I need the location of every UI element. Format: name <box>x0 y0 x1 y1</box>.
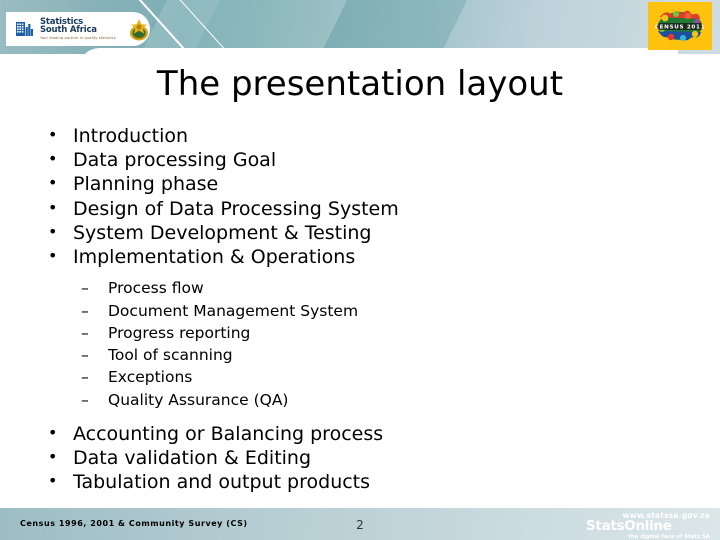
list-item: Design of Data Processing System <box>44 196 684 221</box>
list-item: Implementation & Operations <box>44 244 684 269</box>
census-2011-logo-icon: CENSUS 2011 <box>655 10 705 41</box>
outline-level1-top-list: Introduction Data processing Goal Planni… <box>44 123 684 269</box>
presentation-slide: Statistics South Africa Your leading par… <box>0 0 720 540</box>
coat-of-arms-icon <box>130 19 148 41</box>
outline-level1-bottom-list: Accounting or Balancing process Data val… <box>44 421 684 495</box>
statistics-building-icon <box>16 22 33 36</box>
banner-white-strip <box>0 54 720 64</box>
list-item: System Development & Testing <box>44 220 684 245</box>
outline-level2-list: Process flow Document Management System … <box>44 277 684 411</box>
sub-list-item: Tool of scanning <box>79 344 684 367</box>
sub-list-item: Document Management System <box>79 300 684 323</box>
list-item: Data validation & Editing <box>44 445 684 470</box>
statistics-south-africa-logo: Statistics South Africa Your leading par… <box>6 12 150 46</box>
sub-list-item: Quality Assurance (QA) <box>79 389 684 412</box>
list-item: Introduction <box>44 123 684 148</box>
logo-tagline: Your leading partner in quality statisti… <box>40 35 116 40</box>
slide-body-outline: Introduction Data processing Goal Planni… <box>44 123 684 495</box>
list-item: Tabulation and output products <box>44 469 684 494</box>
list-item: Planning phase <box>44 171 684 196</box>
list-item: Accounting or Balancing process <box>44 421 684 446</box>
outline-spacer <box>44 411 684 422</box>
statsonline-tagline: the digital face of Stats SA <box>628 534 710 540</box>
sub-list-item: Process flow <box>79 277 684 300</box>
sub-list-item: Progress reporting <box>79 322 684 345</box>
slide-title: The presentation layout <box>156 64 564 104</box>
logo-line-2: South Africa <box>40 25 97 36</box>
svg-text:CENSUS 2011: CENSUS 2011 <box>655 25 705 31</box>
logo-wordmark: Statistics South Africa Your leading par… <box>40 18 126 41</box>
sub-list-item: Exceptions <box>79 366 684 389</box>
statsonline-logo: www.statssa.gov.za StatsOnline the digit… <box>586 511 712 540</box>
slide-footer: Census 1996, 2001 & Community Survey (CS… <box>0 508 720 540</box>
statsonline-name: StatsOnline <box>586 518 672 534</box>
census-2011-badge: CENSUS 2011 <box>648 2 712 50</box>
list-item: Data processing Goal <box>44 147 684 172</box>
